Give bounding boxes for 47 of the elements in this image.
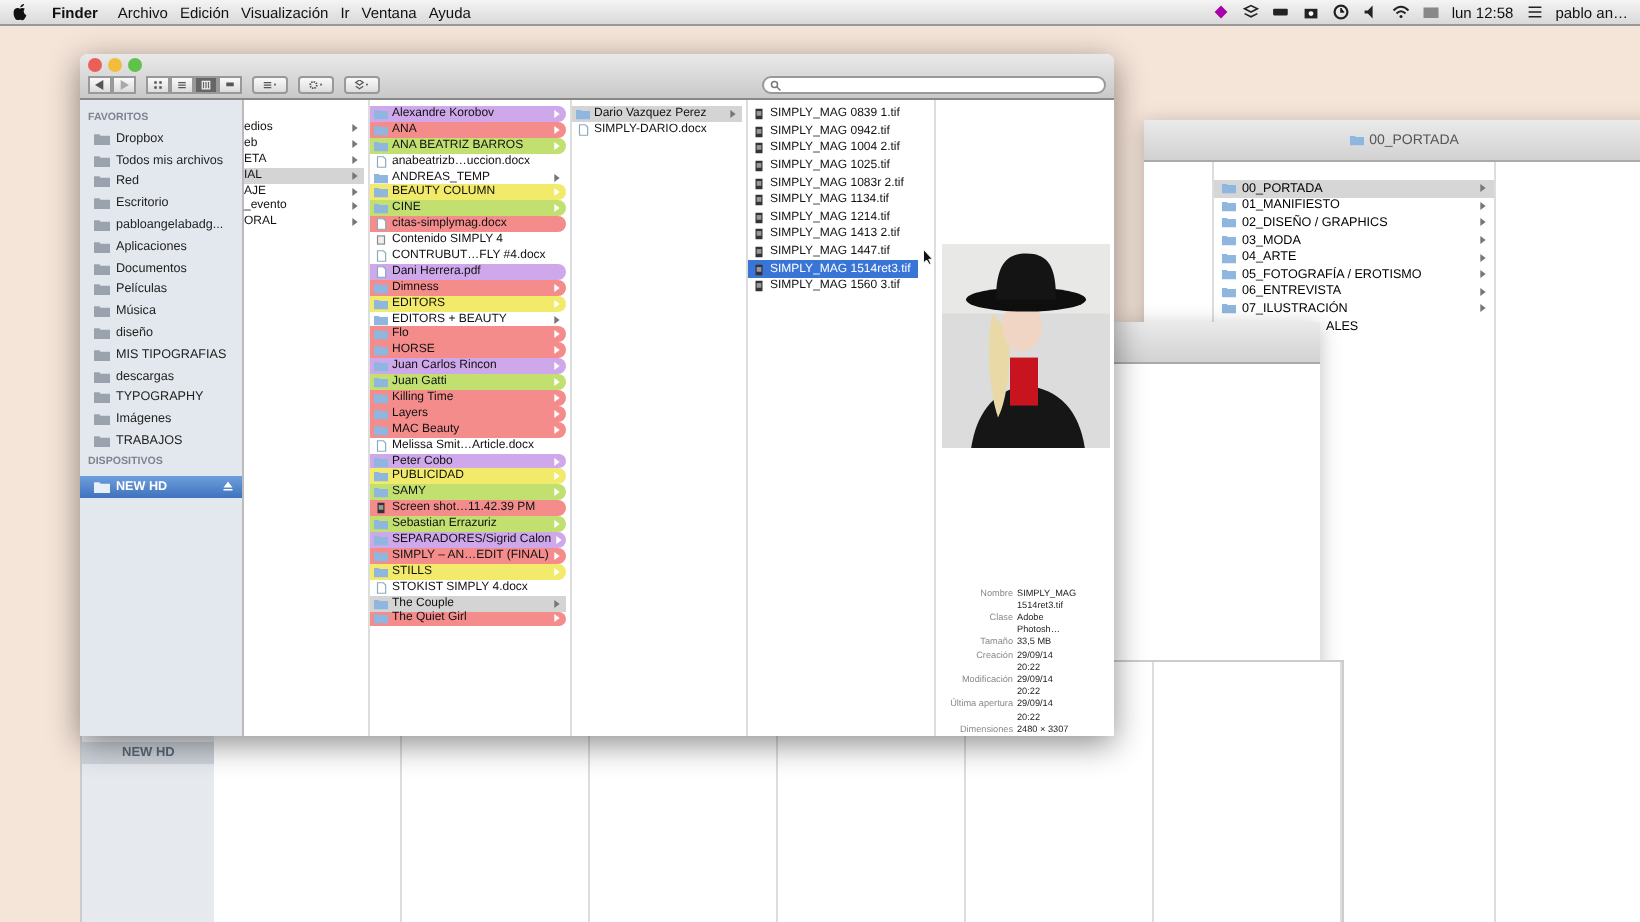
battery-icon[interactable]	[1271, 4, 1290, 20]
wifi-icon[interactable]	[1391, 4, 1410, 20]
list-icon	[176, 80, 188, 90]
search-field[interactable]	[762, 76, 1106, 94]
box-icon	[350, 80, 374, 90]
back-button[interactable]	[88, 76, 112, 94]
cover-flow-button[interactable]	[218, 76, 242, 94]
settings-button[interactable]	[298, 76, 334, 94]
image-icon	[752, 263, 766, 276]
dropbox-button[interactable]	[344, 76, 380, 94]
box-icon[interactable]	[1241, 4, 1260, 20]
chevron-icon	[730, 109, 736, 118]
image-icon	[752, 108, 766, 121]
column-view-button[interactable]	[194, 76, 218, 94]
gear-icon	[304, 80, 328, 90]
image-icon	[752, 160, 766, 173]
image-icon	[752, 280, 766, 293]
arrange-button[interactable]	[252, 76, 288, 94]
icon-view-button[interactable]	[146, 76, 170, 94]
folder-icon	[1349, 134, 1364, 146]
clock-icon[interactable]	[1331, 4, 1350, 20]
image-icon	[752, 177, 766, 190]
image-icon	[374, 502, 388, 515]
grid-icon	[152, 80, 164, 90]
list-icon[interactable]	[1525, 4, 1544, 20]
apple-icon[interactable]	[12, 2, 28, 22]
search-icon	[770, 79, 782, 91]
image-icon	[752, 194, 766, 207]
folder-icon	[576, 107, 590, 120]
folder-icon	[94, 479, 110, 494]
close-button[interactable]	[88, 58, 102, 72]
image-icon	[752, 211, 766, 224]
eject-icon[interactable]	[222, 480, 234, 493]
image-icon	[752, 142, 766, 155]
columns-icon	[200, 80, 212, 90]
file-icon	[374, 234, 388, 247]
list-icon	[258, 80, 282, 90]
image-icon	[752, 228, 766, 241]
list-view-button[interactable]	[170, 76, 194, 94]
left-arrow-icon	[94, 80, 106, 90]
image-icon	[752, 125, 766, 138]
diamond-icon[interactable]	[1211, 4, 1230, 20]
image-icon	[752, 246, 766, 259]
cursor-icon	[922, 248, 934, 266]
rectangle-icon	[224, 80, 236, 90]
camera-icon[interactable]	[1301, 4, 1320, 20]
right-arrow-icon	[118, 80, 130, 90]
